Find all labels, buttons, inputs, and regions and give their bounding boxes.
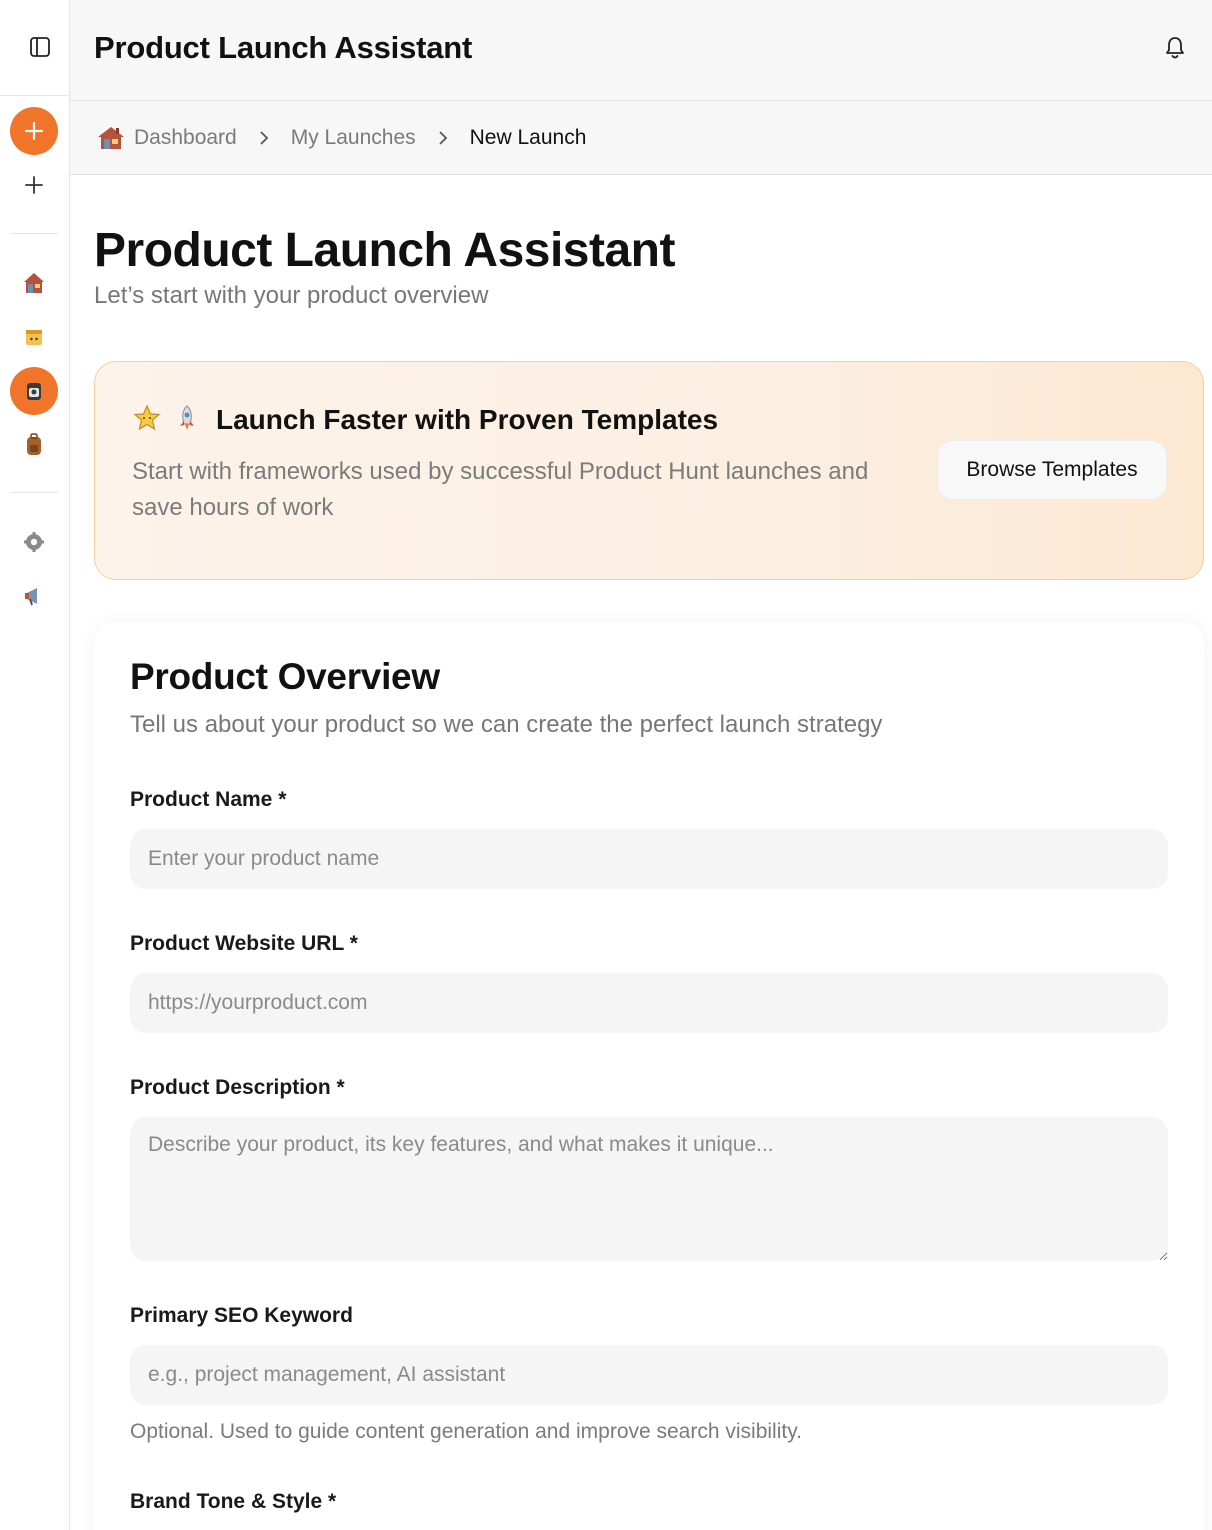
app-root: Product Launch Assistant Dashboard My La… bbox=[0, 0, 1212, 1530]
add-icon[interactable] bbox=[18, 169, 50, 201]
bell-icon[interactable] bbox=[1164, 36, 1188, 62]
browse-templates-button[interactable]: Browse Templates bbox=[937, 440, 1167, 500]
gear-icon[interactable] bbox=[18, 526, 50, 558]
megaphone-icon[interactable] bbox=[18, 580, 50, 612]
product-overview-card: Product Overview Tell us about your prod… bbox=[94, 622, 1204, 1530]
section-title: Product Overview bbox=[130, 656, 440, 697]
backpack-icon[interactable] bbox=[18, 429, 50, 461]
rocket-icon bbox=[173, 404, 201, 437]
promo-icons bbox=[133, 404, 201, 437]
seo-keyword-help: Optional. Used to guide content generati… bbox=[130, 1420, 802, 1443]
chevron-right-icon bbox=[438, 130, 448, 146]
product-description-textarea[interactable] bbox=[130, 1117, 1168, 1261]
new-launch-button[interactable] bbox=[10, 107, 58, 155]
product-name-input[interactable] bbox=[130, 829, 1168, 889]
sidebar-divider bbox=[10, 233, 58, 234]
seo-keyword-label: Primary SEO Keyword bbox=[130, 1304, 353, 1327]
seo-keyword-input[interactable] bbox=[130, 1345, 1168, 1405]
page-title: Product Launch Assistant bbox=[94, 224, 675, 277]
sidebar-divider bbox=[10, 492, 58, 493]
sidebar-divider bbox=[0, 95, 69, 96]
product-description-label: Product Description * bbox=[130, 1076, 345, 1099]
breadcrumb-label: Dashboard bbox=[134, 125, 237, 149]
breadcrumb-item-dashboard[interactable]: Dashboard bbox=[96, 125, 237, 151]
product-name-label: Product Name * bbox=[130, 788, 287, 811]
brand-tone-label: Brand Tone & Style * bbox=[130, 1490, 337, 1513]
house-icon[interactable] bbox=[18, 267, 50, 299]
house-icon bbox=[96, 125, 126, 151]
sidebar-toggle-icon[interactable] bbox=[24, 31, 56, 63]
breadcrumb: Dashboard My Launches New Launch bbox=[70, 101, 1212, 175]
section-subtitle: Tell us about your product so we can cre… bbox=[130, 711, 883, 738]
promo-description: Start with frameworks used by successful… bbox=[132, 458, 869, 521]
folder-icon[interactable] bbox=[18, 321, 50, 353]
breadcrumb-item-new-launch: New Launch bbox=[469, 125, 587, 149]
chevron-right-icon bbox=[259, 130, 269, 146]
camera-icon[interactable] bbox=[10, 367, 58, 415]
product-website-label: Product Website URL * bbox=[130, 932, 358, 955]
templates-promo-banner: Launch Faster with Proven Templates Star… bbox=[94, 361, 1204, 580]
breadcrumb-item-my-launches[interactable]: My Launches bbox=[291, 126, 416, 150]
top-header: Product Launch Assistant bbox=[70, 0, 1212, 101]
app-title: Product Launch Assistant bbox=[94, 30, 473, 65]
product-website-input[interactable] bbox=[130, 973, 1168, 1033]
promo-title: Launch Faster with Proven Templates bbox=[216, 404, 719, 435]
star-icon bbox=[133, 404, 161, 437]
sidebar bbox=[0, 0, 70, 1530]
page-subtitle: Let’s start with your product overview bbox=[94, 282, 489, 309]
